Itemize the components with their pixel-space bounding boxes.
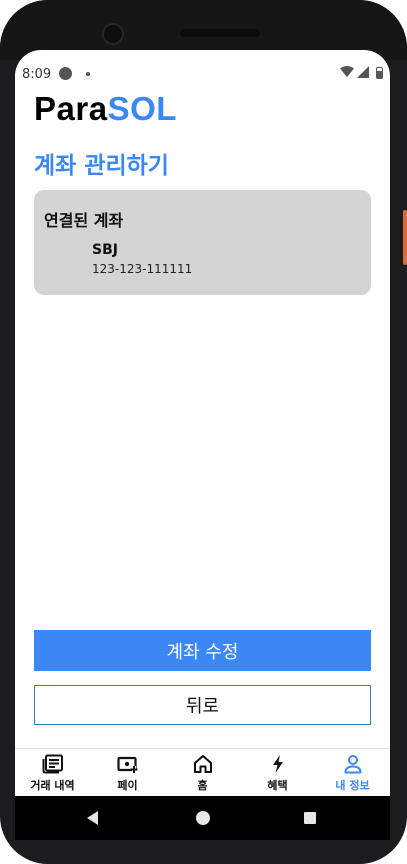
nav-item-my-info[interactable]: 내 정보 [315, 749, 390, 796]
system-navigation-bar [15, 796, 390, 840]
logo-text-para: Para [34, 90, 108, 127]
page-title: 계좌 관리하기 [34, 153, 169, 179]
home-icon [193, 755, 212, 773]
nav-label-benefits: 혜택 [267, 779, 288, 792]
app-screen: 8:09 ParaSOL 계좌 관리하기 연결된 계좌 SBJ 123-123-… [15, 50, 390, 796]
wifi-icon [340, 66, 354, 77]
device-frame: 8:09 ParaSOL 계좌 관리하기 연결된 계좌 SBJ 123-123-… [0, 0, 407, 864]
card-heading: 연결된 계좌 [44, 211, 124, 230]
status-time: 8:09 [22, 67, 52, 82]
battery-icon [376, 67, 383, 79]
status-bar: 8:09 [15, 50, 390, 82]
nav-item-pay[interactable]: 페이 [90, 749, 165, 796]
system-back-icon[interactable] [87, 811, 98, 825]
account-number: 123-123-111111 [92, 262, 193, 276]
notification-dot-icon [86, 72, 90, 76]
nav-label-my-info: 내 정보 [335, 779, 370, 792]
bank-name: SBJ [92, 242, 118, 258]
system-home-icon[interactable] [196, 811, 210, 825]
notification-app-icon [59, 67, 72, 80]
lightning-icon [272, 755, 283, 773]
bottom-navigation: 거래 내역 페이 홈 혜택 내 정보 [15, 748, 390, 796]
person-icon [344, 755, 361, 774]
logo-text-sol: SOL [107, 90, 177, 127]
earpiece-speaker [180, 29, 260, 37]
system-recents-icon[interactable] [304, 812, 316, 824]
receipt-icon [42, 754, 63, 774]
nav-item-home[interactable]: 홈 [165, 749, 240, 796]
back-button[interactable]: 뒤로 [34, 685, 371, 725]
app-logo: ParaSOL [34, 90, 177, 128]
nav-label-pay: 페이 [117, 779, 138, 792]
edit-account-button[interactable]: 계좌 수정 [34, 630, 371, 671]
nav-label-history: 거래 내역 [30, 779, 75, 792]
linked-account-card: 연결된 계좌 SBJ 123-123-111111 [34, 190, 371, 295]
nav-item-history[interactable]: 거래 내역 [15, 749, 90, 796]
nav-item-benefits[interactable]: 혜택 [240, 749, 315, 796]
power-button [403, 210, 407, 265]
signal-icon [357, 66, 369, 78]
front-camera [102, 23, 124, 45]
wallet-plus-icon [116, 756, 137, 773]
nav-label-home: 홈 [197, 779, 208, 792]
